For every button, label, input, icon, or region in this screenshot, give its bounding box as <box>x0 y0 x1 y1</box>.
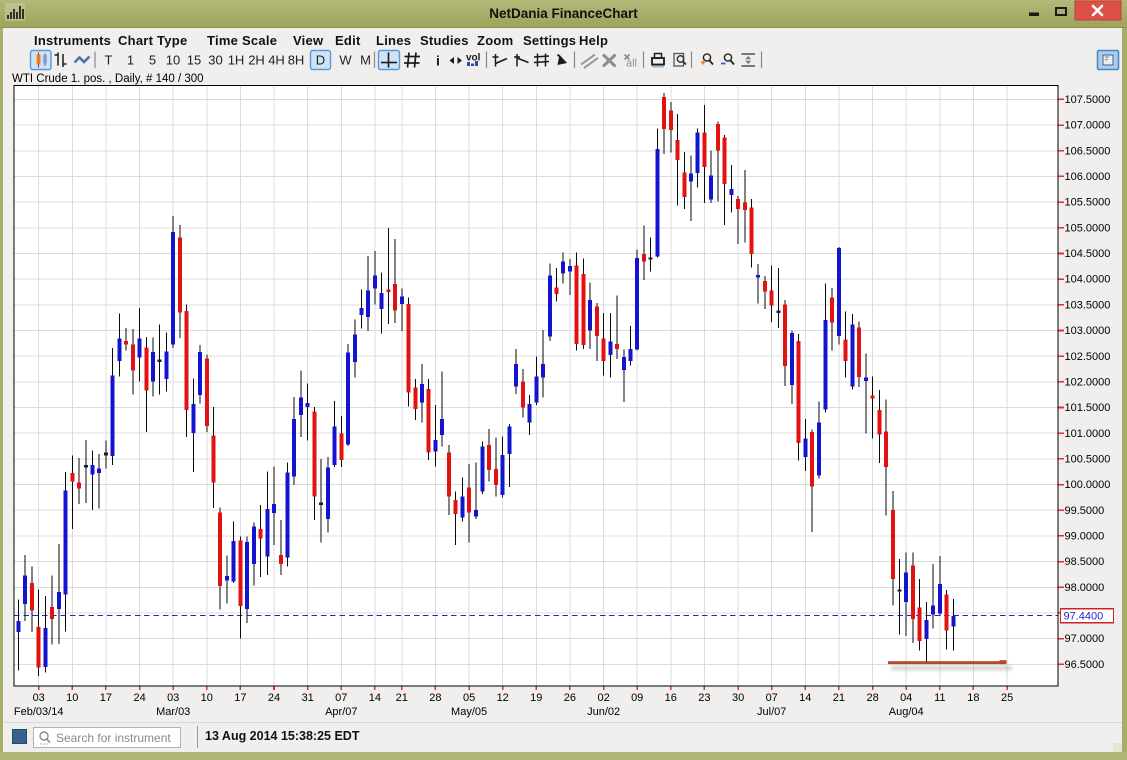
svg-text:97.4400: 97.4400 <box>1064 611 1104 623</box>
svg-text:1: 1 <box>127 53 134 68</box>
svg-text:103.5000: 103.5000 <box>1065 299 1111 311</box>
svg-text:97.0000: 97.0000 <box>1065 633 1105 645</box>
svg-text:10: 10 <box>166 53 180 68</box>
svg-text:15: 15 <box>187 53 201 68</box>
svg-text:104.0000: 104.0000 <box>1065 274 1111 286</box>
svg-text:10: 10 <box>201 692 213 704</box>
svg-text:106.5000: 106.5000 <box>1065 145 1111 157</box>
svg-text:102.0000: 102.0000 <box>1065 376 1111 388</box>
svg-text:07: 07 <box>766 692 778 704</box>
svg-text:14: 14 <box>369 692 381 704</box>
svg-text:105.5000: 105.5000 <box>1065 197 1111 209</box>
svg-text:17: 17 <box>234 692 246 704</box>
svg-text:Mar/03: Mar/03 <box>156 706 190 718</box>
svg-text:30: 30 <box>732 692 744 704</box>
svg-text:21: 21 <box>833 692 845 704</box>
svg-text:all: all <box>626 58 637 70</box>
svg-text:14: 14 <box>799 692 811 704</box>
svg-text:98.0000: 98.0000 <box>1065 582 1105 594</box>
svg-text:Jul/07: Jul/07 <box>757 706 786 718</box>
svg-text:1H: 1H <box>228 53 245 68</box>
svg-text:103.0000: 103.0000 <box>1065 325 1111 337</box>
svg-text:24: 24 <box>268 692 280 704</box>
svg-text:4H: 4H <box>268 53 285 68</box>
svg-text:105.0000: 105.0000 <box>1065 222 1111 234</box>
svg-text:98.5000: 98.5000 <box>1065 556 1105 568</box>
svg-text:5: 5 <box>149 53 156 68</box>
svg-text:104.5000: 104.5000 <box>1065 248 1111 260</box>
svg-text:11: 11 <box>934 692 945 704</box>
svg-text:107.0000: 107.0000 <box>1065 120 1111 132</box>
svg-text:8H: 8H <box>288 53 305 68</box>
svg-text:17: 17 <box>100 692 112 704</box>
svg-text:101.0000: 101.0000 <box>1065 428 1111 440</box>
svg-text:T: T <box>105 53 113 68</box>
svg-text:09: 09 <box>631 692 643 704</box>
svg-text:i: i <box>436 53 440 69</box>
svg-text:99.0000: 99.0000 <box>1065 531 1105 543</box>
svg-text:D: D <box>316 53 325 68</box>
svg-text:WTI Crude 1. pos. , Daily, # 1: WTI Crude 1. pos. , Daily, # 140 / 300 <box>12 73 204 85</box>
svg-text:07: 07 <box>335 692 347 704</box>
svg-text:May/05: May/05 <box>451 706 487 718</box>
svg-text:102.5000: 102.5000 <box>1065 351 1111 363</box>
svg-text:28: 28 <box>866 692 878 704</box>
svg-text:26: 26 <box>564 692 576 704</box>
svg-text:M: M <box>360 53 371 68</box>
svg-text:25: 25 <box>1001 692 1013 704</box>
svg-text:28: 28 <box>429 692 441 704</box>
svg-text:30: 30 <box>208 53 222 68</box>
svg-text:10: 10 <box>66 692 78 704</box>
svg-text:100.0000: 100.0000 <box>1065 479 1111 491</box>
svg-text:02: 02 <box>597 692 609 704</box>
svg-text:Feb/03/14: Feb/03/14 <box>14 706 64 718</box>
svg-text:W: W <box>339 53 352 68</box>
svg-text:05: 05 <box>463 692 475 704</box>
svg-text:24: 24 <box>133 692 145 704</box>
svg-text:04: 04 <box>900 692 912 704</box>
svg-text:Aug/04: Aug/04 <box>889 706 924 718</box>
svg-text:03: 03 <box>167 692 179 704</box>
svg-text:101.5000: 101.5000 <box>1065 402 1111 414</box>
svg-text:100.5000: 100.5000 <box>1065 454 1111 466</box>
svg-text:18: 18 <box>967 692 979 704</box>
svg-text:106.0000: 106.0000 <box>1065 171 1111 183</box>
svg-text:12: 12 <box>497 692 509 704</box>
svg-text:99.5000: 99.5000 <box>1065 505 1105 517</box>
svg-text:Jun/02: Jun/02 <box>587 706 620 718</box>
svg-text:03: 03 <box>33 692 45 704</box>
svg-text:vol: vol <box>466 53 481 64</box>
svg-text:31: 31 <box>302 692 314 704</box>
svg-text:19: 19 <box>530 692 542 704</box>
svg-text:2H: 2H <box>248 53 265 68</box>
svg-text:21: 21 <box>396 692 408 704</box>
svg-text:16: 16 <box>665 692 677 704</box>
svg-text:96.5000: 96.5000 <box>1065 659 1105 671</box>
svg-text:Apr/07: Apr/07 <box>325 706 357 718</box>
svg-text:107.5000: 107.5000 <box>1065 94 1111 106</box>
svg-text:23: 23 <box>698 692 710 704</box>
